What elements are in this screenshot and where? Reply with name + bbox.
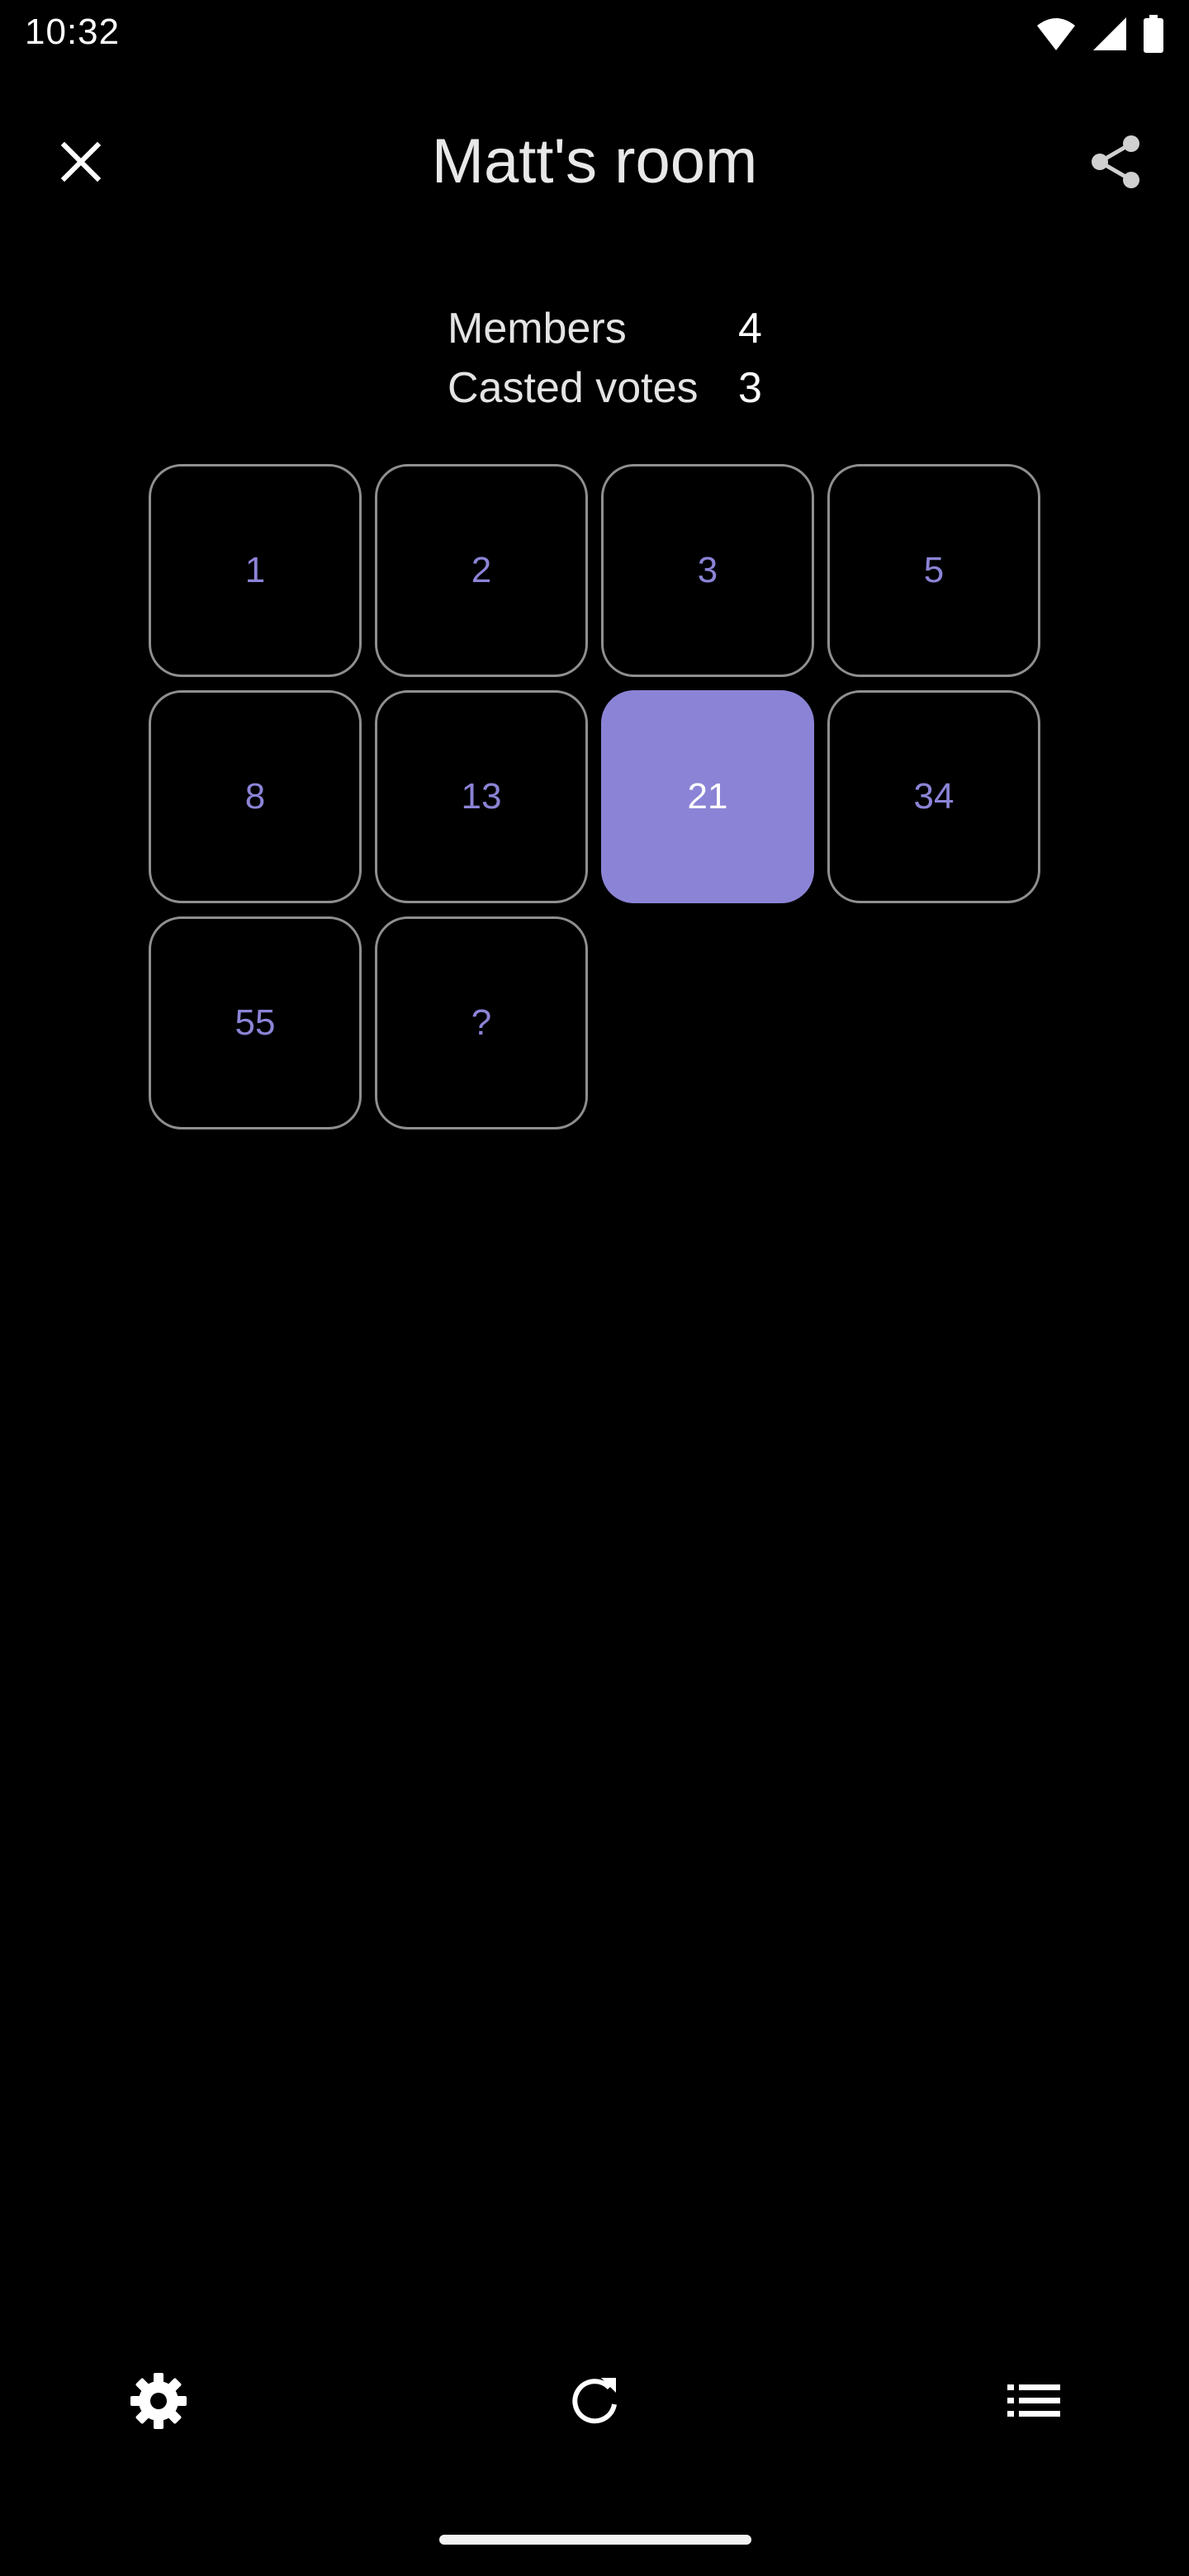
members-label: Members <box>448 305 627 353</box>
card-3[interactable]: 3 <box>601 464 814 677</box>
members-row: Members 4 <box>448 299 794 358</box>
status-bar: 10:32 <box>0 0 1189 69</box>
card-13[interactable]: 13 <box>375 690 588 903</box>
top-app-bar: Matt's room <box>0 99 1189 223</box>
card-1[interactable]: 1 <box>149 464 362 677</box>
cellular-signal-icon <box>1092 16 1128 52</box>
refresh-icon <box>565 2371 624 2435</box>
casted-votes-count: 3 <box>738 364 762 412</box>
page-title: Matt's room <box>431 126 758 197</box>
card-21[interactable]: 21 <box>601 690 814 903</box>
list-icon <box>1004 2371 1063 2435</box>
share-button[interactable] <box>1077 129 1156 198</box>
gesture-navigation-handle[interactable] <box>439 2535 751 2545</box>
card-unknown[interactable]: ? <box>375 916 588 1129</box>
settings-icon <box>129 2371 188 2435</box>
card-55[interactable]: 55 <box>149 916 362 1129</box>
card-2[interactable]: 2 <box>375 464 588 677</box>
share-icon <box>1088 134 1144 194</box>
card-34[interactable]: 34 <box>827 690 1040 903</box>
votes-row: Casted votes 3 <box>448 358 794 418</box>
list-button[interactable] <box>992 2361 1075 2444</box>
members-count: 4 <box>738 305 762 353</box>
status-icons <box>1035 15 1164 53</box>
wifi-icon <box>1035 16 1077 52</box>
casted-votes-label: Casted votes <box>448 364 699 412</box>
status-time: 10:32 <box>25 12 121 52</box>
card-5[interactable]: 5 <box>827 464 1040 677</box>
settings-button[interactable] <box>117 2361 200 2444</box>
room-stats: Members 4 Casted votes 3 <box>448 299 794 418</box>
estimate-cards-grid: 1 2 3 5 8 13 21 34 55 ? <box>149 464 1040 1129</box>
battery-icon <box>1143 15 1164 53</box>
bottom-action-bar <box>0 2345 1189 2444</box>
refresh-button[interactable] <box>553 2361 636 2444</box>
card-8[interactable]: 8 <box>149 690 362 903</box>
